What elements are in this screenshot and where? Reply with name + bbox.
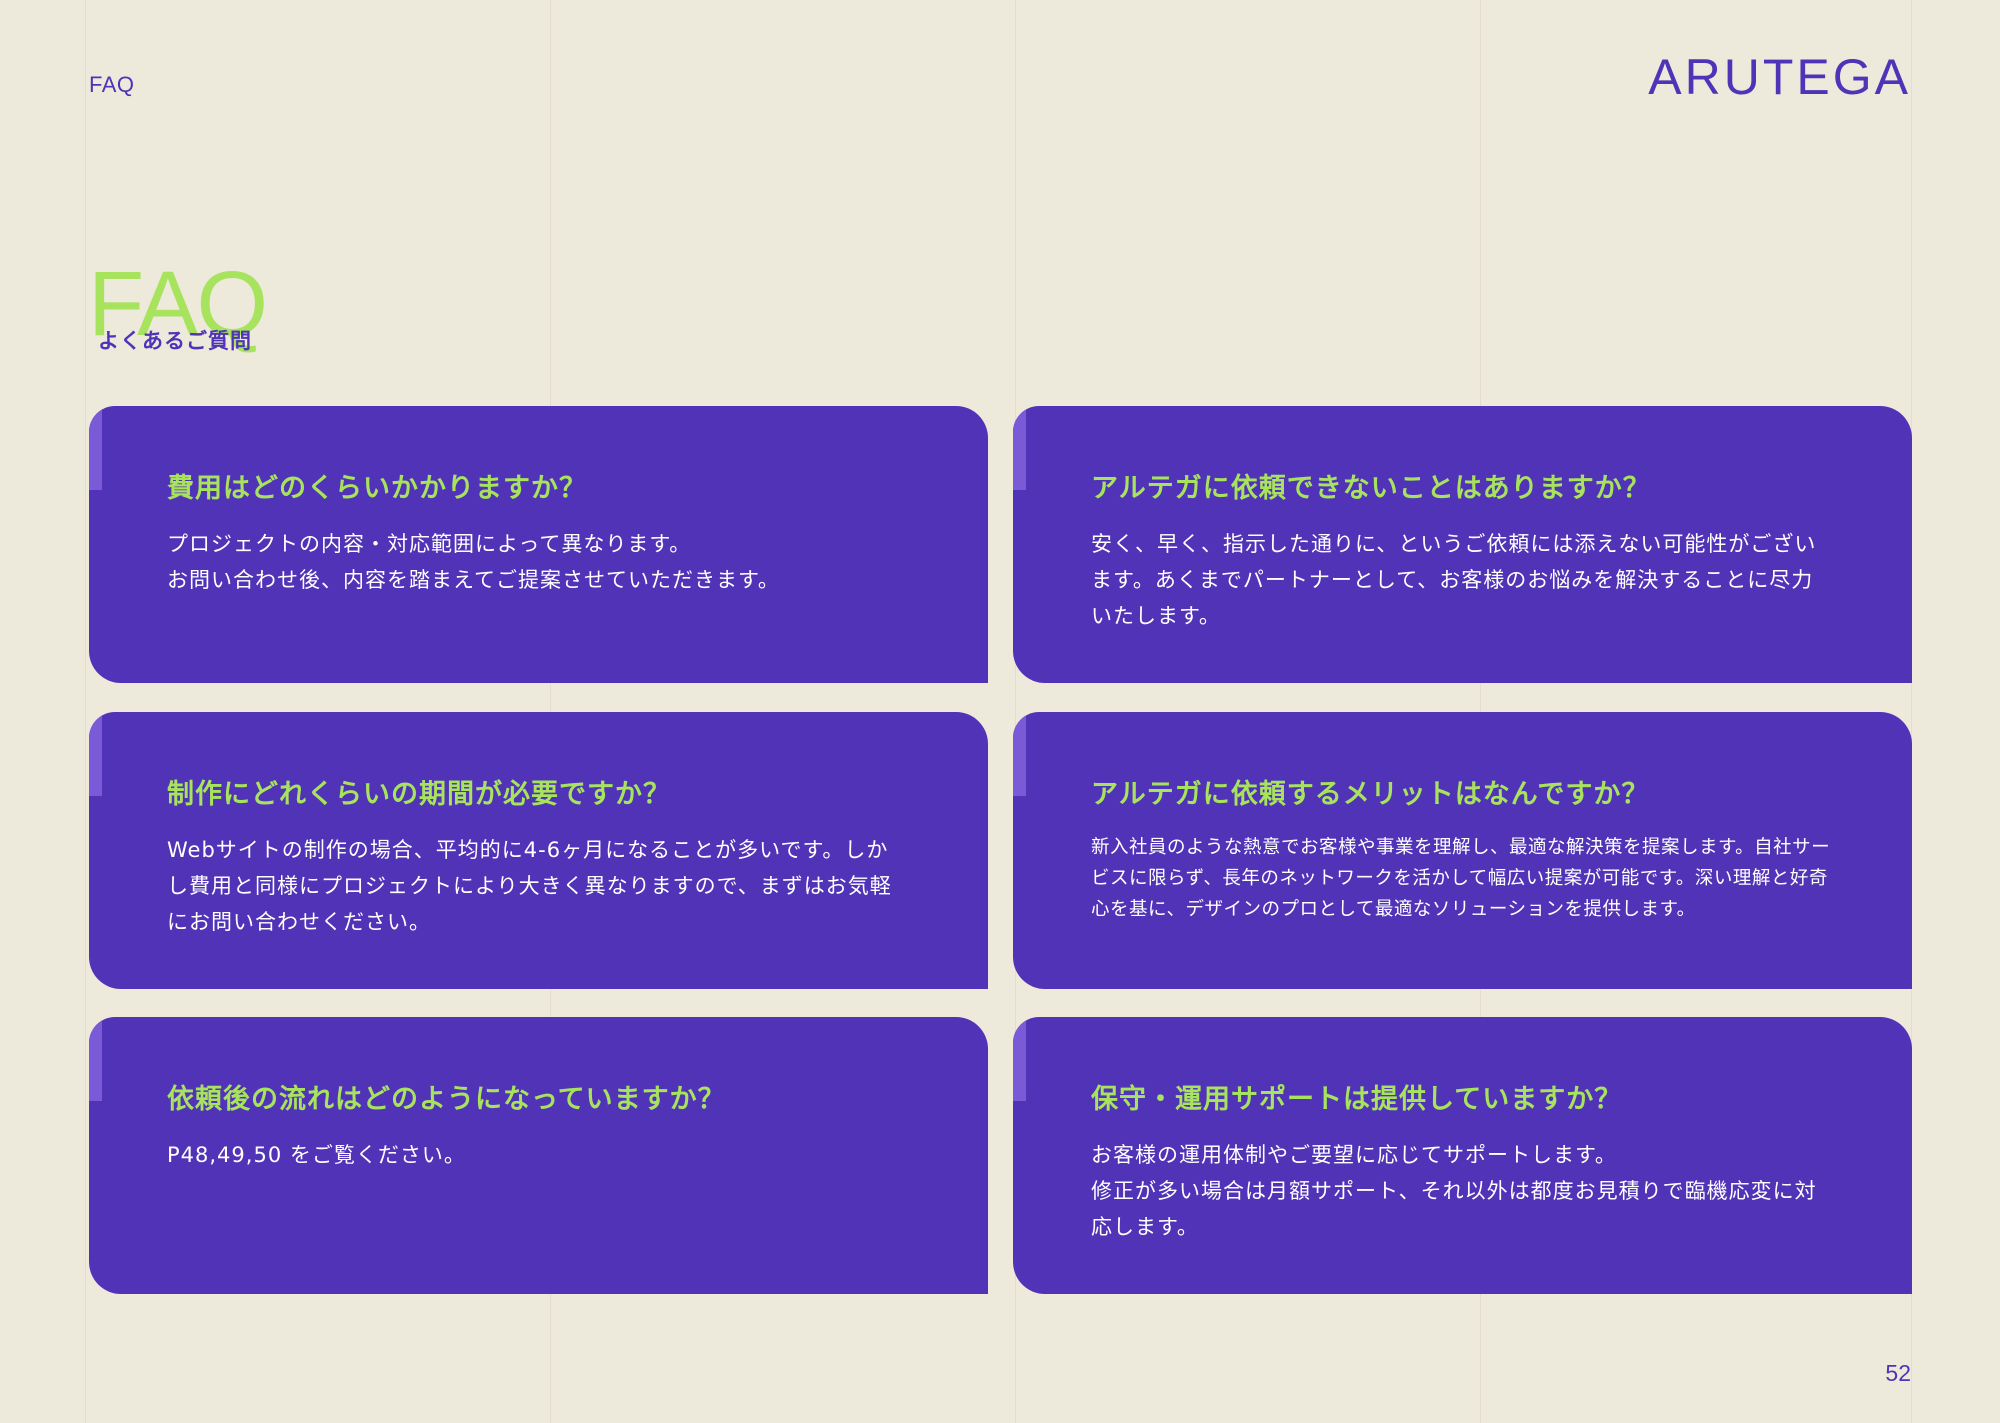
faq-card: 費用はどのくらいかかりますか？ プロジェクトの内容・対応範囲によって異なります。… <box>89 406 988 683</box>
card-accent-bar <box>1013 1017 1026 1101</box>
section-label: FAQ <box>89 72 135 97</box>
page-number: 52 <box>1885 1360 1911 1386</box>
faq-card: 保守・運用サポートは提供していますか？ お客様の運用体制やご要望に応じてサポート… <box>1013 1017 1912 1294</box>
faq-answer: P48,49,50 をご覧ください。 <box>167 1143 466 1167</box>
faq-card: アルテガに依頼できないことはありますか？ 安く、早く、指示した通りに、というご依… <box>1013 406 1912 683</box>
card-accent-bar <box>89 1017 102 1101</box>
faq-card: 依頼後の流れはどのようになっていますか？ P48,49,50 をご覧ください。 <box>89 1017 988 1294</box>
faq-answer: 安く、早く、指示した通りに、というご依頼には添えない可能性がございます。あくまで… <box>1091 532 1817 628</box>
faq-question: 依頼後の流れはどのようになっていますか？ <box>167 1084 726 1115</box>
faq-question: アルテガに依頼するメリットはなんですか？ <box>1091 779 1650 810</box>
card-accent-bar <box>89 406 102 490</box>
faq-card: 制作にどれくらいの期間が必要ですか？ Webサイトの制作の場合、平均的に4-6ヶ… <box>89 712 988 989</box>
faq-answer: プロジェクトの内容・対応範囲によって異なります。 お問い合わせ後、内容を踏まえて… <box>167 532 780 592</box>
grid-guide-line <box>85 0 86 1423</box>
faq-answer: Webサイトの制作の場合、平均的に4-6ヶ月になることが多いです。しかし費用と同… <box>167 838 892 934</box>
faq-question: 保守・運用サポートは提供していますか？ <box>1091 1084 1623 1115</box>
faq-question: 制作にどれくらいの期間が必要ですか？ <box>167 779 671 810</box>
page-title-jp: よくあるご質問 <box>98 329 252 353</box>
faq-answer: お客様の運用体制やご要望に応じてサポートします。 修正が多い場合は月額サポート、… <box>1091 1143 1817 1239</box>
faq-question: アルテガに依頼できないことはありますか？ <box>1091 473 1651 504</box>
card-accent-bar <box>1013 712 1026 796</box>
faq-card: アルテガに依頼するメリットはなんですか？ 新入社員のような熱意でお客様や事業を理… <box>1013 712 1912 989</box>
card-accent-bar <box>89 712 102 796</box>
brand-logo: ARUTEGA <box>1648 49 1911 105</box>
faq-answer: 新入社員のような熱意でお客様や事業を理解し、最適な解決策を提案します。自社サービ… <box>1091 837 1831 920</box>
faq-question: 費用はどのくらいかかりますか？ <box>167 473 587 504</box>
card-accent-bar <box>1013 406 1026 490</box>
